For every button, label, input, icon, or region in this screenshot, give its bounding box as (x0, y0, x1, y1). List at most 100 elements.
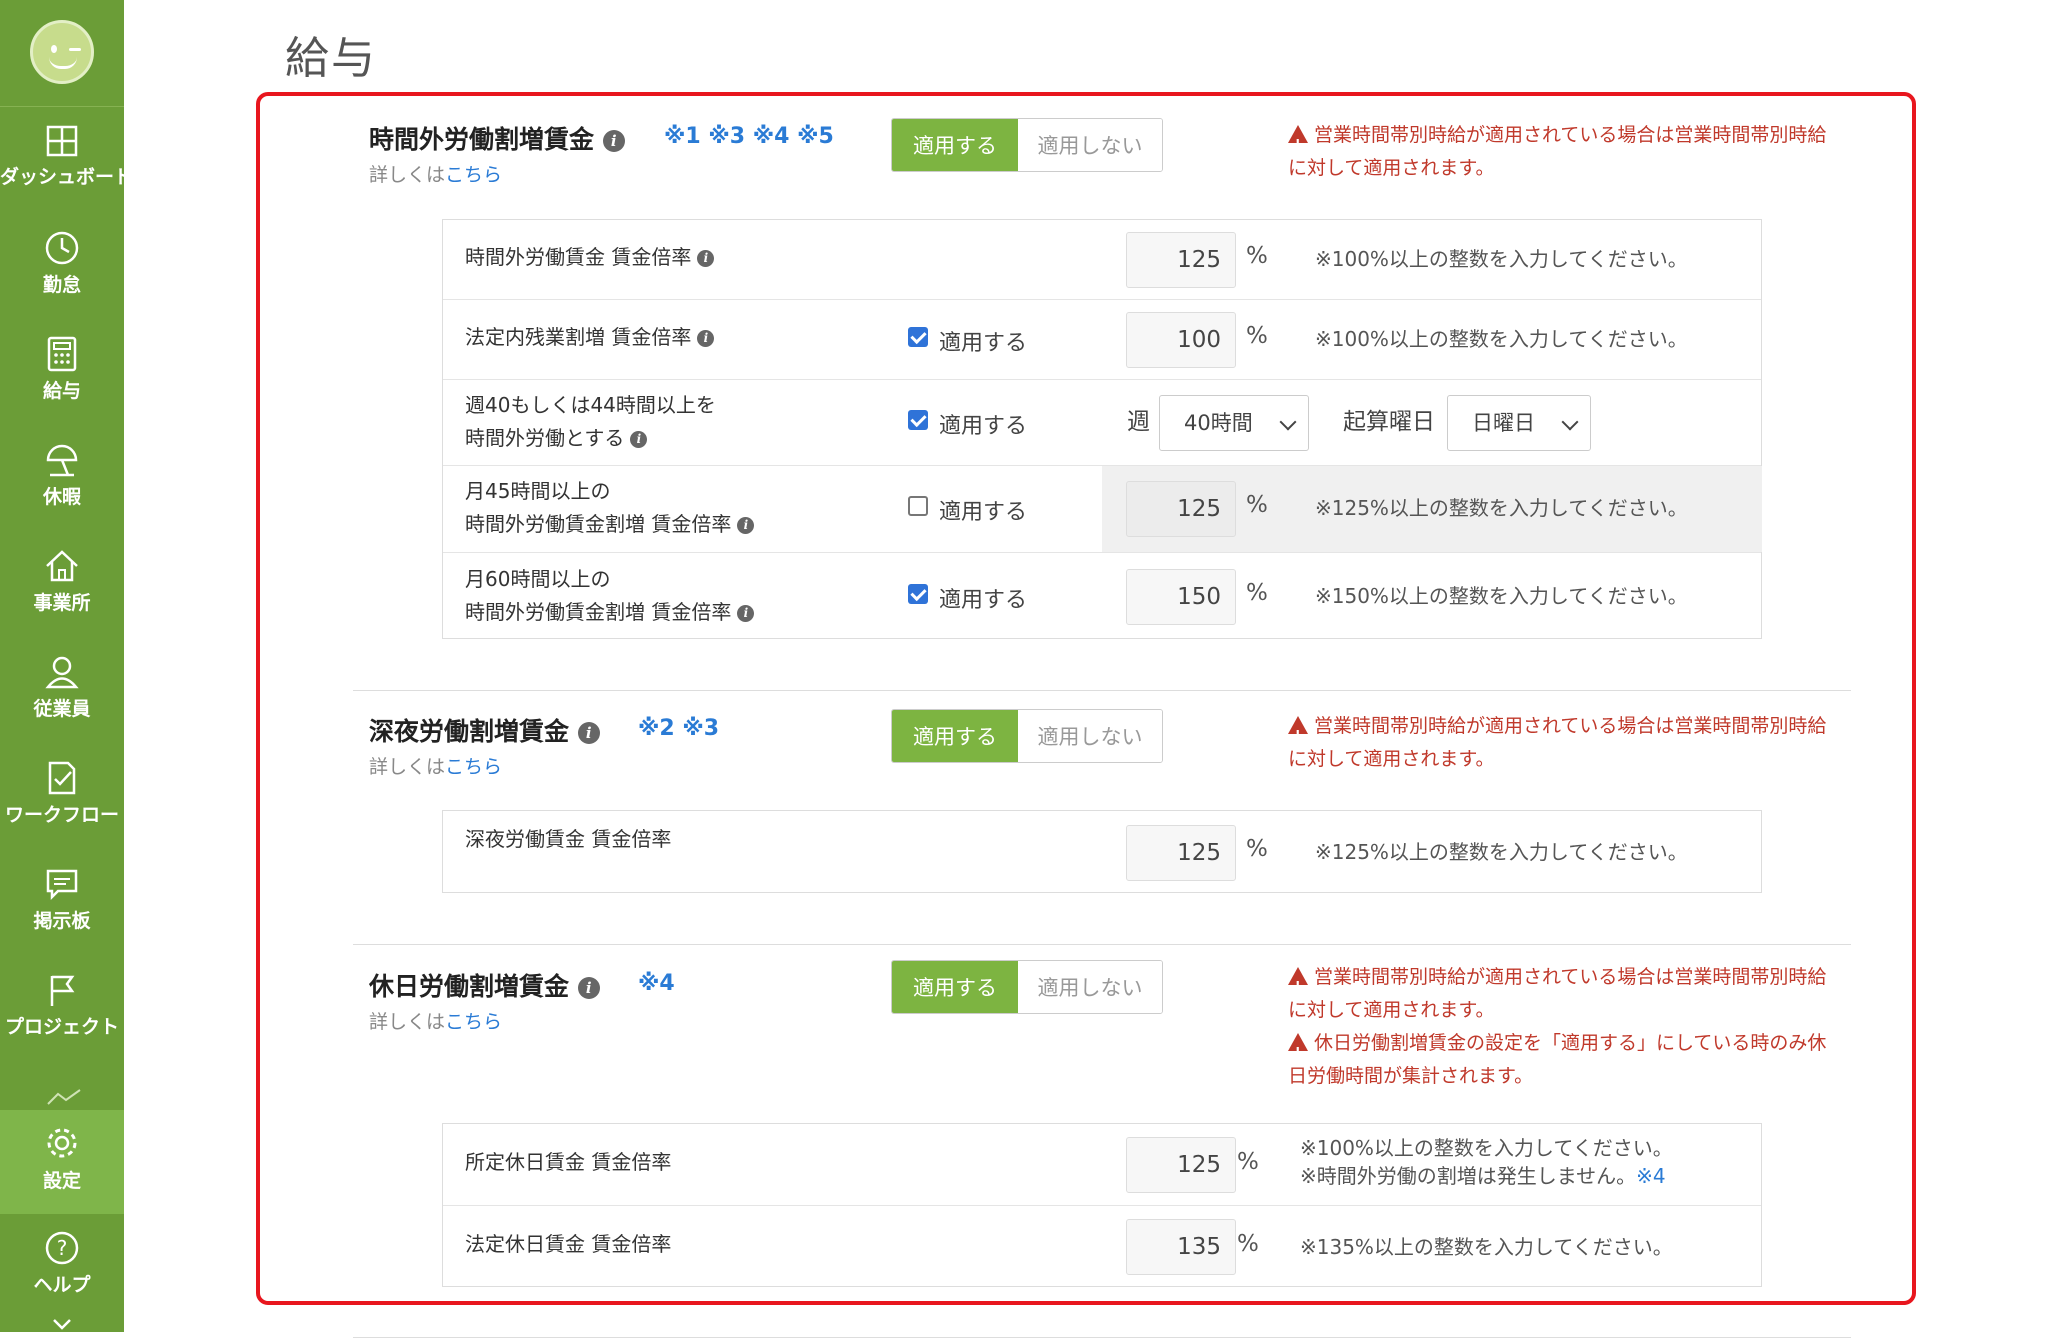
sidebar-item-employees[interactable]: 従業員 (0, 640, 124, 744)
info-icon[interactable]: i (737, 517, 755, 534)
warning-icon (1288, 716, 1308, 752)
sidebar-item-help[interactable]: ? ヘルプ (0, 1216, 124, 1320)
start-day-select[interactable]: 日曜日 (1447, 395, 1591, 451)
start-day-label: 起算曜日 (1343, 409, 1435, 435)
section-divider (353, 944, 1851, 945)
night-toggle[interactable]: 適用する 適用しない (891, 709, 1163, 763)
overtime-panel: 時間外労働賃金 賃金倍率 i 125 % ※100%以上の整数を入力してください。… (442, 219, 1762, 639)
rate-input[interactable]: 100 (1126, 312, 1236, 368)
percent-label: % (1246, 492, 1268, 518)
message-icon (46, 869, 78, 901)
row-label: 法定内残業割増 賃金倍率 i (465, 321, 715, 354)
rate-input[interactable]: 125 (1126, 1137, 1236, 1193)
rate-input[interactable]: 125 (1126, 481, 1236, 537)
sidebar-item-office[interactable]: 事業所 (0, 534, 124, 638)
sidebar-item-leave[interactable]: 休暇 (0, 428, 124, 532)
page-title: 給与 (285, 33, 377, 84)
holiday-toggle[interactable]: 適用する 適用しない (891, 960, 1163, 1014)
info-icon[interactable]: i (737, 605, 755, 622)
rate-input[interactable]: 125 (1126, 232, 1236, 288)
sidebar-item-label: プロジェクト (4, 1016, 119, 1038)
sidebar-item-board[interactable]: 掲示板 (0, 852, 124, 956)
sidebar-item-workflow[interactable]: ワークフロー (0, 746, 124, 850)
info-icon[interactable]: i (630, 431, 648, 448)
hint-text: ※100%以上の整数を入力してください。 (1315, 247, 1688, 271)
sidebar: ダッシュボード 勤怠 給与 休暇 事業所 従業員 ワークフロー 掲示板 プロジェ… (0, 0, 133, 1332)
percent-label: % (1246, 323, 1268, 349)
holiday-detail: 詳しくはこちら (369, 1011, 503, 1033)
warning-icon (1288, 967, 1308, 1003)
checklist-icon (48, 761, 76, 795)
info-icon[interactable]: i (602, 130, 625, 152)
apply-checkbox-label: 適用する (939, 414, 1028, 439)
apply-button[interactable]: 適用する (892, 961, 1018, 1013)
avatar[interactable] (30, 20, 94, 84)
overtime-toggle[interactable]: 適用する 適用しない (891, 118, 1163, 172)
holiday-refs[interactable]: ※4 (638, 971, 675, 996)
sidebar-item-project[interactable]: プロジェクト (0, 958, 124, 1062)
umbrella-icon (46, 444, 78, 477)
hint-text: ※150%以上の整数を入力してください。 (1315, 584, 1688, 608)
rate-input[interactable]: 135 (1126, 1219, 1236, 1275)
ref-link[interactable]: ※4 (1636, 1164, 1665, 1188)
percent-label: % (1237, 1231, 1259, 1257)
info-icon[interactable]: i (577, 977, 600, 999)
apply-checkbox-label: 適用する (939, 331, 1028, 356)
apply-checkbox[interactable] (908, 327, 928, 347)
sidebar-item-label: 従業員 (33, 698, 91, 720)
table-row: 週40もしくは44時間以上を 時間外労働とする i 適用する 週 40時間 起算曜… (443, 379, 1761, 465)
holiday-panel: 所定休日賃金 賃金倍率 125 % ※100%以上の整数を入力してください。 ※… (442, 1123, 1762, 1287)
sidebar-item-label: ワークフロー (4, 804, 119, 826)
overtime-warning: 営業時間帯別時給が適用されている場合は営業時間帯別時給に対して適用されます。 (1288, 119, 1828, 185)
rate-input[interactable]: 125 (1126, 825, 1236, 881)
apply-checkbox-label: 適用する (939, 588, 1028, 613)
not-apply-button[interactable]: 適用しない (1018, 119, 1162, 171)
row-label: 法定休日賃金 賃金倍率 (465, 1232, 672, 1256)
overtime-title: 時間外労働割増賃金 i (369, 120, 625, 156)
sidebar-item-attendance[interactable]: 勤怠 (0, 216, 124, 320)
chart-icon (47, 1089, 81, 1105)
night-panel: 深夜労働賃金 賃金倍率 125 % ※125%以上の整数を入力してください。 (442, 810, 1762, 893)
table-row: 法定内残業割増 賃金倍率 i 適用する 100 % ※100%以上の整数を入力して… (443, 299, 1761, 379)
rate-input[interactable]: 150 (1126, 569, 1236, 625)
week-hours-select[interactable]: 40時間 (1159, 395, 1309, 451)
hint-text: ※100%以上の整数を入力してください。 (1315, 327, 1688, 351)
help-icon: ? (45, 1231, 79, 1265)
apply-checkbox-label: 適用する (939, 500, 1028, 525)
row-label: 週40もしくは44時間以上を 時間外労働とする i (465, 393, 716, 450)
not-apply-button[interactable]: 適用しない (1018, 710, 1162, 762)
detail-link[interactable]: こちら (445, 164, 502, 186)
sidebar-item-label: 事業所 (33, 592, 91, 614)
overtime-refs[interactable]: ※1 ※3 ※4 ※5 (664, 124, 834, 149)
night-title: 深夜労働割増賃金 i (369, 712, 600, 748)
holiday-warning: 営業時間帯別時給が適用されている場合は営業時間帯別時給に対して適用されます。 休… (1288, 961, 1828, 1093)
holiday-title: 休日労働割増賃金 i (369, 967, 600, 1003)
apply-checkbox[interactable] (908, 410, 928, 430)
sidebar-item-settings[interactable]: 設定 (0, 1110, 124, 1214)
info-icon[interactable]: i (697, 330, 715, 347)
sidebar-item-label: 勤怠 (42, 274, 81, 296)
home-icon (46, 550, 78, 582)
apply-button[interactable]: 適用する (892, 119, 1018, 171)
sidebar-item-label: 設定 (42, 1170, 81, 1192)
apply-button[interactable]: 適用する (892, 710, 1018, 762)
not-apply-button[interactable]: 適用しない (1018, 961, 1162, 1013)
sidebar-item-dashboard[interactable]: ダッシュボード (0, 110, 133, 214)
table-row: 所定休日賃金 賃金倍率 125 % ※100%以上の整数を入力してください。 ※… (443, 1124, 1761, 1205)
detail-link[interactable]: こちら (445, 756, 502, 778)
percent-label: % (1237, 1149, 1259, 1175)
info-icon[interactable]: i (577, 722, 600, 744)
info-icon[interactable]: i (697, 250, 715, 267)
hint-text: ※125%以上の整数を入力してください。 (1315, 840, 1688, 864)
night-warning: 営業時間帯別時給が適用されている場合は営業時間帯別時給に対して適用されます。 (1288, 710, 1828, 776)
gear-icon (47, 1128, 77, 1158)
chevron-down-icon[interactable] (52, 1316, 72, 1332)
warning-icon (1288, 125, 1308, 161)
detail-link[interactable]: こちら (445, 1011, 502, 1033)
hint-text: ※135%以上の整数を入力してください。 (1300, 1235, 1673, 1259)
apply-checkbox[interactable] (908, 496, 928, 516)
row-label: 所定休日賃金 賃金倍率 (465, 1150, 672, 1174)
sidebar-item-payroll[interactable]: 給与 (0, 322, 124, 426)
night-refs[interactable]: ※2 ※3 (638, 716, 719, 741)
apply-checkbox[interactable] (908, 584, 928, 604)
